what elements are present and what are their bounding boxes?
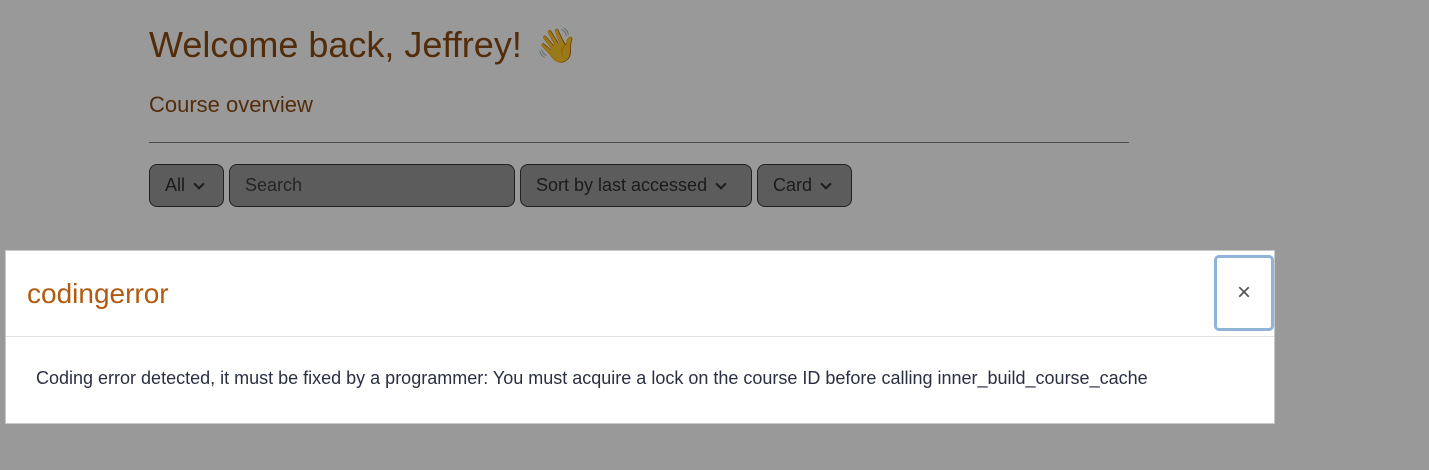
modal-header: codingerror × [6,251,1274,337]
close-button[interactable]: × [1214,255,1274,331]
error-message: Coding error detected, it must be fixed … [36,368,1148,388]
error-modal: codingerror × Coding error detected, it … [5,250,1275,424]
modal-title: codingerror [27,278,169,309]
close-icon: × [1236,279,1251,306]
